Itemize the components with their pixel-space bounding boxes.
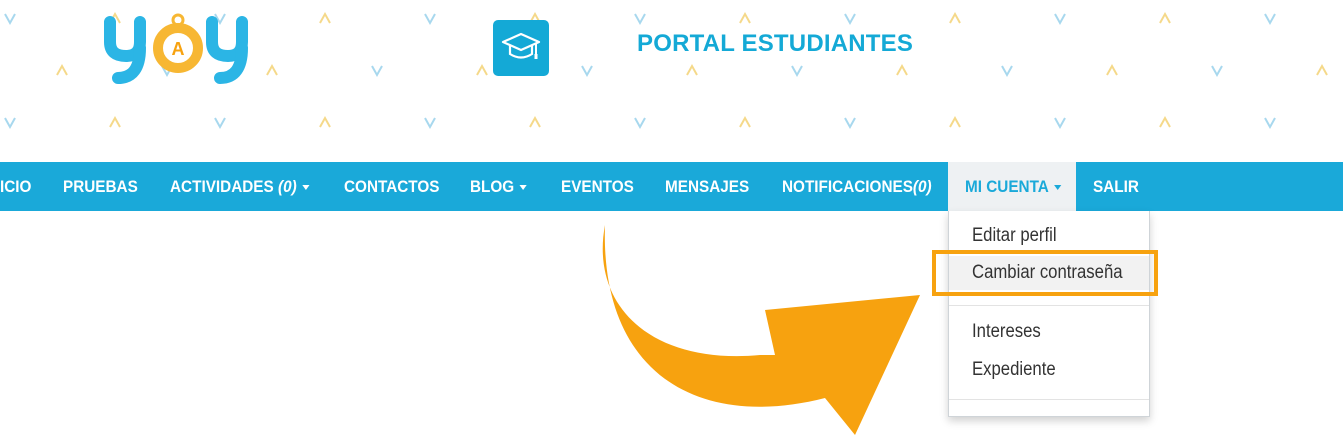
pattern-triangle — [896, 63, 908, 76]
pattern-triangle — [319, 115, 331, 128]
pattern-triangle — [214, 117, 226, 130]
pattern-triangle — [266, 63, 278, 76]
pattern-triangle — [1054, 13, 1066, 26]
pattern-triangle — [1264, 13, 1276, 26]
curved-arrow-icon — [602, 225, 920, 435]
nav-item-salir[interactable]: SALIR — [1093, 162, 1139, 211]
nav-item-pruebas[interactable]: PRUEBAS — [63, 162, 138, 211]
nav-item-actividades[interactable]: ACTIVIDADES (0) — [170, 162, 310, 211]
pattern-triangle — [529, 115, 541, 128]
nav-item-blog[interactable]: BLOG — [470, 162, 527, 211]
pattern-triangle — [1264, 117, 1276, 130]
pattern-triangle — [424, 117, 436, 130]
pattern-triangle — [109, 115, 121, 128]
nav-item-mensajes[interactable]: MENSAJES — [665, 162, 749, 211]
pattern-triangle — [581, 65, 593, 78]
menu-item-intereses[interactable]: Intereses — [972, 317, 1041, 347]
nav-item-contactos[interactable]: CONTACTOS — [344, 162, 439, 211]
pattern-triangle — [949, 115, 961, 128]
nav-item-mi-cuenta[interactable]: MI CUENTA — [948, 162, 1076, 211]
menu-divider — [949, 305, 1149, 306]
menu-item-expediente[interactable]: Expediente — [972, 355, 1056, 385]
menu-item-editar-perfil[interactable]: Editar perfil — [972, 221, 1057, 251]
pattern-triangle — [371, 65, 383, 78]
pattern-triangle — [791, 65, 803, 78]
pattern-triangle — [1054, 117, 1066, 130]
pattern-triangle — [476, 63, 488, 76]
pattern-triangle — [1316, 63, 1328, 76]
actividades-count: (0) — [277, 177, 297, 196]
caret-down-icon — [519, 185, 527, 191]
pattern-triangle — [1106, 63, 1118, 76]
caret-down-icon — [302, 185, 310, 191]
mi-cuenta-dropdown-menu: Editar perfil Cambiar contraseña Interes… — [948, 211, 1150, 417]
pattern-triangle — [1001, 65, 1013, 78]
pattern-triangle — [319, 11, 331, 24]
pattern-triangle — [424, 13, 436, 26]
nav-item-eventos[interactable]: EVENTOS — [561, 162, 634, 211]
header: A PORTAL ESTUDIANTES — [0, 0, 1343, 162]
pattern-triangle — [634, 117, 646, 130]
notificaciones-count: (0) — [912, 177, 932, 196]
portal-title: PORTAL ESTUDIANTES — [637, 30, 914, 57]
highlight-box — [932, 250, 1158, 296]
nav-item-notificaciones[interactable]: NOTIFICACIONES(0) — [782, 162, 932, 211]
svg-text:A: A — [172, 39, 185, 59]
menu-divider — [949, 399, 1149, 400]
pattern-triangle — [844, 117, 856, 130]
pattern-triangle — [4, 117, 16, 130]
pattern-triangle — [4, 13, 16, 26]
caret-down-icon — [1054, 185, 1062, 191]
pattern-triangle — [739, 115, 751, 128]
pattern-triangle — [1159, 115, 1171, 128]
pattern-triangle — [56, 63, 68, 76]
nav-item-inicio[interactable]: ICIO — [0, 162, 31, 211]
pattern-triangle — [844, 13, 856, 26]
pattern-triangle — [686, 63, 698, 76]
pattern-triangle — [1211, 65, 1223, 78]
pattern-triangle — [634, 13, 646, 26]
graduation-cap-icon — [493, 20, 549, 76]
pattern-triangle — [739, 11, 751, 24]
main-navbar: ICIO PRUEBAS ACTIVIDADES (0) CONTACTOS B… — [0, 162, 1343, 211]
pattern-triangle — [949, 11, 961, 24]
pattern-triangle — [1159, 11, 1171, 24]
yoy-logo[interactable]: A — [100, 8, 260, 88]
